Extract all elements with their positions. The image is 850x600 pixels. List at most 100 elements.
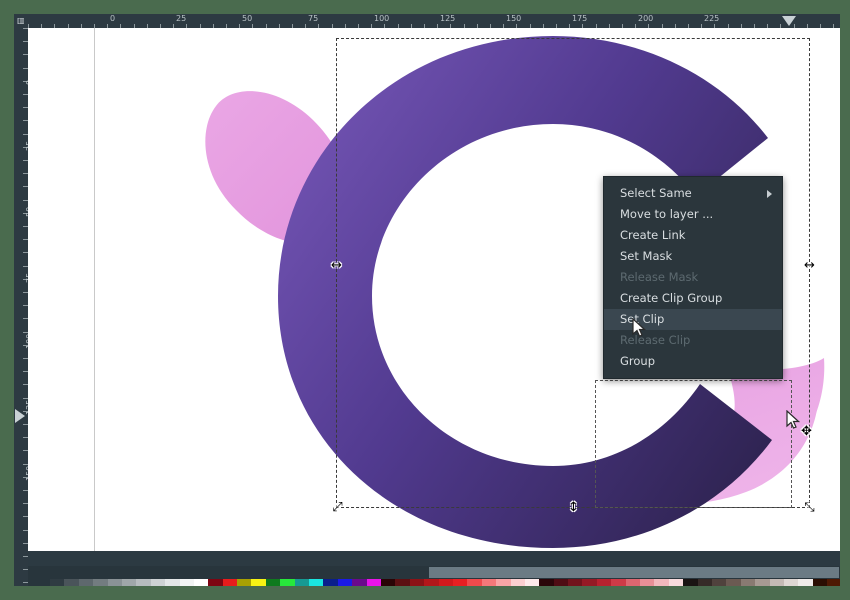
palette-swatch[interactable] xyxy=(769,579,784,586)
palette-swatch[interactable] xyxy=(654,579,669,586)
handle-bottom-left[interactable]: ⤢ xyxy=(331,501,344,514)
palette-swatch[interactable] xyxy=(208,579,223,586)
palette-leading-spacer xyxy=(28,579,50,586)
palette-swatch[interactable] xyxy=(395,579,410,586)
palette-swatch[interactable] xyxy=(596,579,612,586)
handle-right-middle[interactable]: ↔ xyxy=(803,259,816,272)
context-menu-item-release-mask: Release Mask xyxy=(604,267,782,288)
ruler-label-h: 200 xyxy=(638,14,654,23)
editor-shell: ▥ 0255075100125150175200225 025507510012… xyxy=(14,14,840,586)
palette-swatch[interactable] xyxy=(568,579,583,586)
context-menu-item-set-mask[interactable]: Set Mask xyxy=(604,246,782,267)
palette-swatch[interactable] xyxy=(193,579,209,586)
context-menu-item-create-link[interactable]: Create Link xyxy=(604,225,782,246)
horizontal-scrollbar-thumb[interactable] xyxy=(429,567,839,578)
palette-swatch[interactable] xyxy=(452,579,468,586)
palette-swatch[interactable] xyxy=(237,579,252,586)
mouse-cursor-canvas xyxy=(786,410,800,429)
ruler-label-h: 125 xyxy=(440,14,456,23)
palette-swatch[interactable] xyxy=(496,579,511,586)
palette-swatch[interactable] xyxy=(280,579,295,586)
context-menu-item-set-clip[interactable]: Set Clip xyxy=(604,309,782,330)
palette-swatch[interactable] xyxy=(481,579,497,586)
palette-swatch[interactable] xyxy=(222,579,238,586)
palette-swatch[interactable] xyxy=(136,579,151,586)
palette-swatch[interactable] xyxy=(683,579,698,586)
horizontal-scrollbar-track[interactable] xyxy=(28,566,840,579)
palette-swatch[interactable] xyxy=(337,579,353,586)
context-menu-item-create-clip-group[interactable]: Create Clip Group xyxy=(604,288,782,309)
palette-swatch[interactable] xyxy=(265,579,281,586)
palette-swatch[interactable] xyxy=(64,579,79,586)
submenu-chevron-right-icon xyxy=(767,190,772,198)
palette-swatch[interactable] xyxy=(740,579,756,586)
palette-swatch[interactable] xyxy=(640,579,655,586)
context-menu-item-label: Create Clip Group xyxy=(620,291,723,305)
context-menu-item-label: Create Link xyxy=(620,228,686,242)
mouse-cursor-menu xyxy=(632,318,646,337)
ruler-label-h: 25 xyxy=(176,14,187,23)
vertical-ruler[interactable]: 0255075100125150 xyxy=(14,28,28,586)
palette-swatch[interactable] xyxy=(93,579,108,586)
ruler-origin-corner[interactable]: ▥ xyxy=(14,14,28,28)
palette-swatch[interactable] xyxy=(726,579,741,586)
context-menu-item-label: Release Clip xyxy=(620,333,691,347)
palette-swatch[interactable] xyxy=(510,579,525,586)
palette-swatch[interactable] xyxy=(539,579,554,586)
horizontal-ruler[interactable]: 0 25 50 75 100 125 150 175 200 225 xyxy=(28,14,840,28)
context-menu-item-label: Select Same xyxy=(620,186,692,200)
palette-swatch[interactable] xyxy=(467,579,482,586)
palette-swatch[interactable] xyxy=(553,579,569,586)
ruler-unit-icon[interactable]: ▥ xyxy=(17,17,25,25)
handle-left-middle[interactable]: ↔ xyxy=(330,259,343,272)
palette-swatch[interactable] xyxy=(424,579,439,586)
context-menu[interactable]: Select Same Move to layer ... Create Link S… xyxy=(603,176,783,379)
palette-swatch[interactable] xyxy=(366,579,381,586)
context-menu-item-release-clip: Release Clip xyxy=(604,330,782,351)
palette-swatch[interactable] xyxy=(438,579,453,586)
color-palette[interactable] xyxy=(28,579,840,586)
ruler-label-h: 150 xyxy=(506,14,522,23)
palette-swatch[interactable] xyxy=(783,579,799,586)
palette-swatch[interactable] xyxy=(668,579,684,586)
ruler-label-h: 225 xyxy=(704,14,720,23)
context-menu-item-label: Move to layer ... xyxy=(620,207,714,221)
palette-swatch[interactable] xyxy=(798,579,813,586)
palette-swatch[interactable] xyxy=(611,579,626,586)
guide-marker-vertical[interactable] xyxy=(15,409,25,423)
palette-swatch[interactable] xyxy=(352,579,367,586)
context-menu-item-group[interactable]: Group xyxy=(604,351,782,372)
ruler-label-h: 0 xyxy=(110,14,116,23)
palette-swatch[interactable] xyxy=(755,579,770,586)
palette-swatch[interactable] xyxy=(697,579,712,586)
context-menu-item-select-same[interactable]: Select Same xyxy=(604,183,782,204)
guide-marker-horizontal[interactable] xyxy=(782,16,796,26)
palette-swatch[interactable] xyxy=(711,579,727,586)
palette-swatch[interactable] xyxy=(294,579,310,586)
palette-swatch[interactable] xyxy=(524,579,540,586)
palette-swatch[interactable] xyxy=(323,579,338,586)
palette-swatch[interactable] xyxy=(827,579,840,586)
ruler-label-h: 75 xyxy=(308,14,319,23)
context-menu-item-label: Set Mask xyxy=(620,249,673,263)
palette-swatch[interactable] xyxy=(409,579,425,586)
palette-swatch[interactable] xyxy=(150,579,166,586)
palette-swatch[interactable] xyxy=(380,579,396,586)
palette-swatch[interactable] xyxy=(582,579,597,586)
palette-swatch[interactable] xyxy=(179,579,194,586)
handle-bottom-middle[interactable]: ↕ xyxy=(567,501,580,514)
palette-swatch[interactable] xyxy=(309,579,324,586)
context-menu-item-move-to-layer[interactable]: Move to layer ... xyxy=(604,204,782,225)
palette-swatch[interactable] xyxy=(812,579,828,586)
handle-bottom-right[interactable]: ⤡ xyxy=(803,501,816,514)
palette-swatch[interactable] xyxy=(625,579,641,586)
palette-swatch[interactable] xyxy=(251,579,266,586)
palette-swatch[interactable] xyxy=(121,579,137,586)
context-menu-item-label: Group xyxy=(620,354,656,368)
palette-swatch[interactable] xyxy=(50,579,65,586)
ruler-label-h: 50 xyxy=(242,14,253,23)
palette-swatch[interactable] xyxy=(107,579,122,586)
palette-swatch[interactable] xyxy=(165,579,180,586)
handle-move[interactable]: ✥ xyxy=(800,425,813,438)
palette-swatch[interactable] xyxy=(78,579,94,586)
